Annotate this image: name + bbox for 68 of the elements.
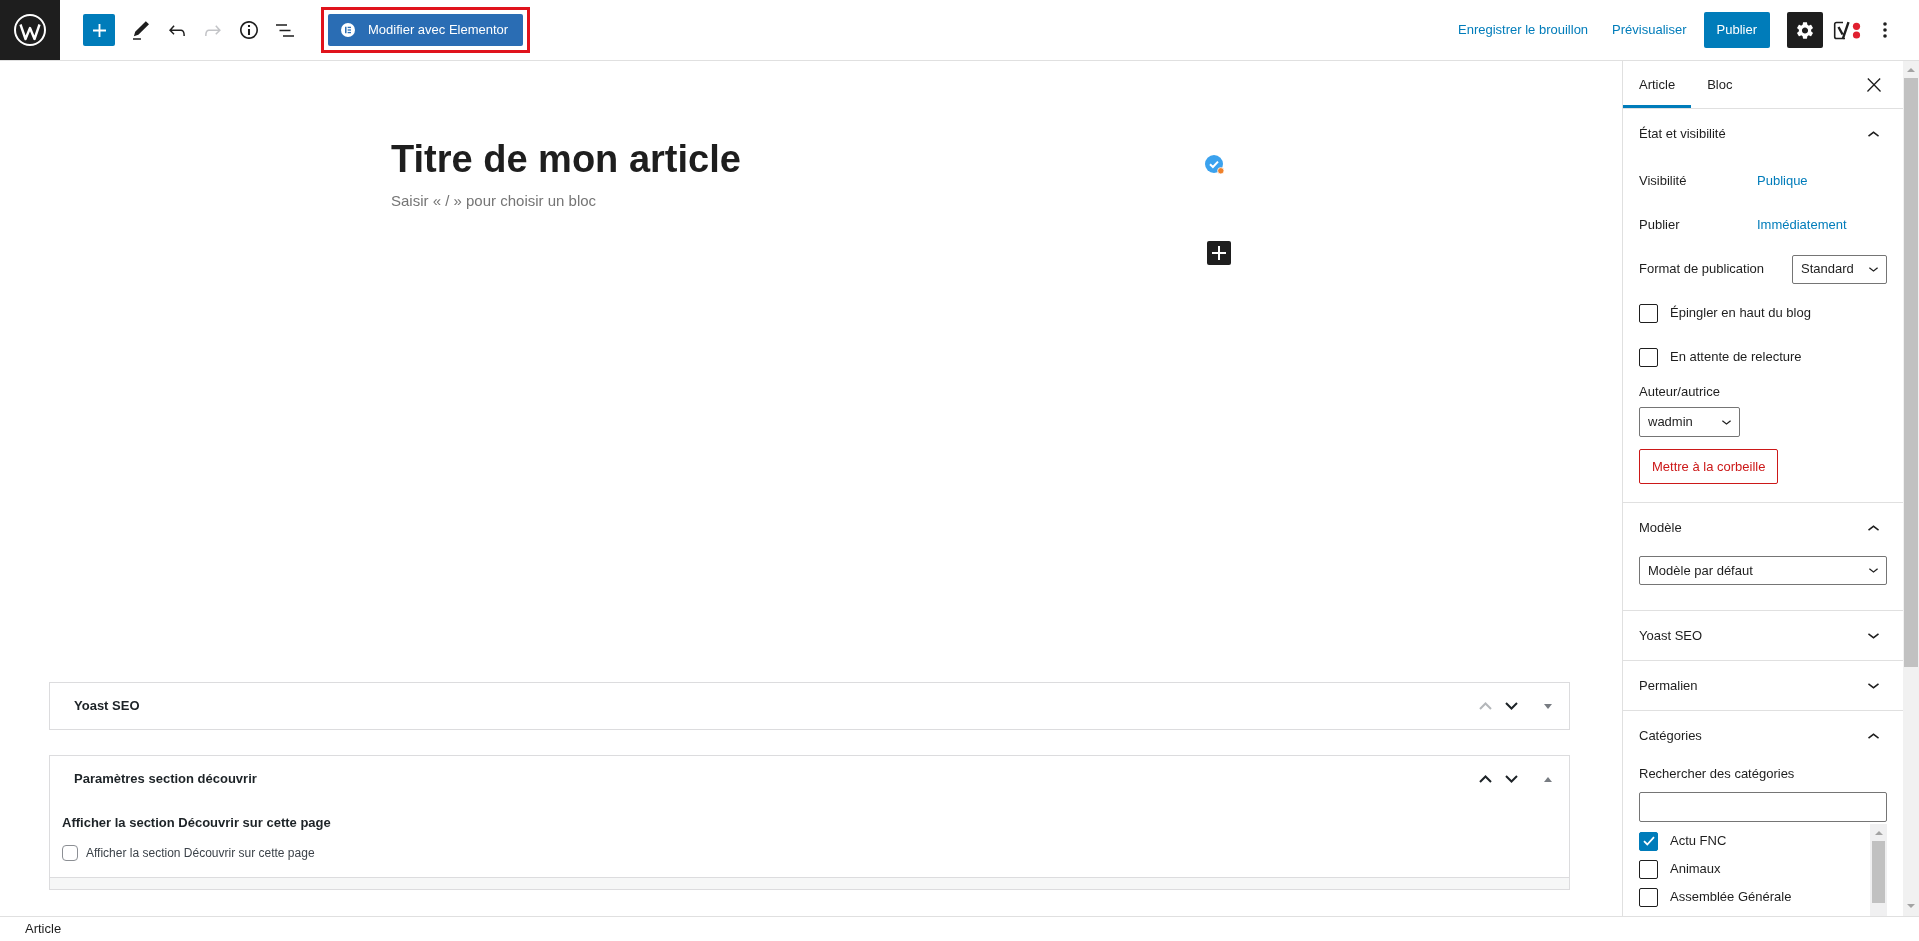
- metabox-title: Paramètres section découvrir: [74, 770, 258, 789]
- metabox-title: Yoast SEO: [74, 697, 141, 716]
- chevron-down-icon: [1869, 568, 1878, 573]
- scrollbar-thumb[interactable]: [1872, 841, 1885, 903]
- info-icon: [240, 21, 258, 39]
- chevron-up-icon: [1478, 702, 1492, 710]
- publish-button[interactable]: Publier: [1703, 12, 1770, 48]
- plus-icon: [1212, 246, 1226, 260]
- panel-header-button[interactable]: Yoast SEO: [1623, 611, 1903, 660]
- section-heading: Afficher la section Découvrir sur cette page: [62, 814, 332, 832]
- panel-header-button[interactable]: État et visibilité: [1623, 109, 1903, 159]
- circle-logo-icon: [341, 23, 355, 37]
- chevron-down-icon: [1869, 266, 1878, 272]
- add-block-button[interactable]: [1207, 241, 1231, 265]
- list-icon: [276, 23, 294, 37]
- scrollbar-thumb[interactable]: [1904, 78, 1918, 667]
- category-label: Actu FNC: [1670, 832, 1727, 851]
- breadcrumb-link[interactable]: Article: [25, 919, 62, 939]
- preview-button[interactable]: Prévisualiser: [1600, 12, 1699, 48]
- sidebar-tab[interactable]: Bloc: [1691, 61, 1749, 108]
- select-dropdown[interactable]: Modèle par défaut: [1639, 556, 1887, 585]
- post-title[interactable]: Titre de mon article: [391, 135, 741, 183]
- setting-link[interactable]: Immédiatement: [1757, 215, 1847, 235]
- more-vertical-icon: [1883, 22, 1887, 38]
- edit-with-builder-button[interactable]: Modifier avec Elementor: [328, 14, 524, 46]
- home-button[interactable]: [0, 0, 60, 60]
- check-icon: [1642, 836, 1655, 846]
- paragraph-prompt[interactable]: Saisir « / » pour choisir un bloc: [391, 189, 1231, 213]
- checkbox[interactable]: [1639, 303, 1658, 323]
- setting-link[interactable]: Publique: [1757, 171, 1808, 191]
- select-dropdown[interactable]: Standard: [1792, 254, 1887, 284]
- field-label: Rechercher des catégories: [1639, 766, 1796, 782]
- settings-button[interactable]: [1787, 12, 1823, 48]
- trash-button[interactable]: Mettre à la corbeille: [1639, 449, 1779, 484]
- field-label: Format de publication: [1639, 260, 1764, 279]
- undo-icon: [169, 24, 185, 36]
- checkbox[interactable]: [62, 845, 78, 861]
- check-badge-icon: [1205, 155, 1225, 175]
- chevron-down-icon: [1504, 775, 1518, 783]
- panel-header-button[interactable]: Permalien: [1623, 661, 1903, 710]
- chevron-down-icon: [1504, 702, 1518, 710]
- search-field[interactable]: [1639, 792, 1887, 822]
- plugin-logo-icon: [1833, 20, 1861, 40]
- save-draft-button[interactable]: Enregistrer le brouillon: [1446, 12, 1601, 48]
- redo-icon: [205, 24, 221, 36]
- checkbox[interactable]: [1639, 347, 1658, 367]
- field-label: Publier: [1639, 216, 1681, 235]
- checkbox-label: Épingler en haut du blog: [1670, 304, 1811, 323]
- plus-icon: [92, 23, 106, 37]
- checkbox[interactable]: [1639, 887, 1658, 907]
- field-label: Auteur/autrice: [1639, 384, 1721, 400]
- chevron-down-icon: [1722, 419, 1731, 425]
- checkbox[interactable]: [1639, 831, 1658, 851]
- panel-header-button[interactable]: Modèle: [1623, 503, 1903, 553]
- sidebar-tab[interactable]: Article: [1623, 61, 1692, 108]
- field-label: Visibilité: [1639, 172, 1688, 191]
- checkbox-label: En attente de relecture: [1670, 348, 1802, 367]
- checkbox[interactable]: [1639, 859, 1658, 879]
- close-icon: [1867, 77, 1881, 92]
- category-label: Animaux: [1670, 860, 1721, 879]
- select-dropdown[interactable]: wadmin: [1639, 407, 1740, 437]
- panel-header-button[interactable]: Catégories: [1623, 711, 1903, 761]
- category-label: Assemblée Générale: [1670, 888, 1792, 907]
- site-logo-icon: [14, 14, 46, 46]
- settings-icon: [1797, 21, 1813, 39]
- chevron-up-icon: [1478, 775, 1492, 783]
- checkbox-label: Afficher la section Découvrir sur cette page: [86, 845, 315, 861]
- pencil-icon: [133, 20, 149, 40]
